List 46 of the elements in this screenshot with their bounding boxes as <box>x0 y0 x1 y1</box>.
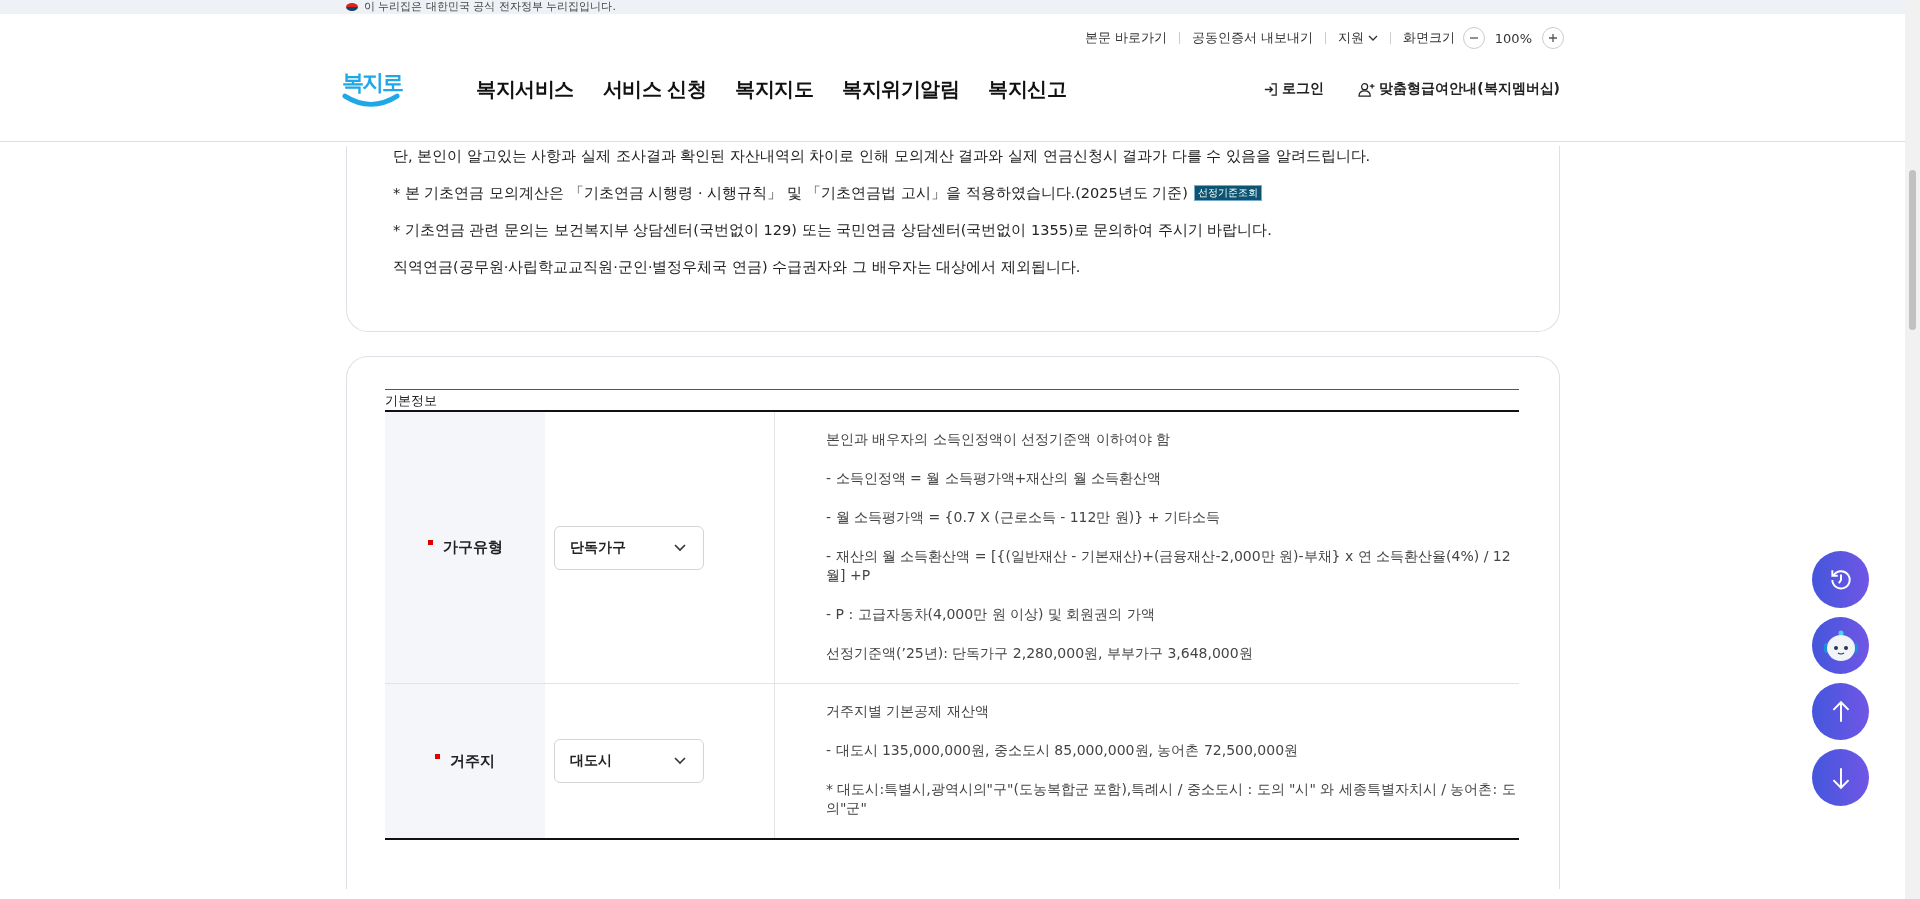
membership-link[interactable]: 맞춤형급여안내(복지멤버십) <box>1358 80 1560 98</box>
login-icon <box>1263 81 1279 97</box>
zoom-label: 화면크기 <box>1402 29 1455 47</box>
zoom-out-button[interactable] <box>1462 27 1485 49</box>
chevron-icon <box>674 757 686 765</box>
info-text: 본인과 배우자의 소득인정액이 선정기준액 이하여야 함 <box>826 430 1172 449</box>
info-text: 선정기준액(’25년): 단독가구 2,280,000원, 부부가구 3,648,000원 <box>826 644 1254 663</box>
chevron-icon <box>674 543 686 552</box>
nav-item[interactable]: 서비스 신청 <box>602 75 707 103</box>
user-add-icon <box>1358 81 1376 97</box>
info-text: - 대도시 135,000,000원, 중소도시 85,000,000원, 농어촌 72,500,000원 <box>826 741 1300 760</box>
notice-text: * 기초연금 관련 문의는 보건복지부 상담센터(국번없이 129) 또는 국민연금 상담센터(국번없이 1355)로 문의하여 주시기 바랍니다. <box>393 221 1272 240</box>
login-link[interactable]: 로그인 <box>1263 80 1325 98</box>
notice-text: 단, 본인이 알고있는 사항과 실제 조사결과 확인된 자산내역의 차이로 인해 모의계산 결과와 실제 연금신청시 결과가 다를 수 있음을 알려드립니다. <box>393 147 1371 166</box>
utility-link[interactable]: 공동인증서 내보내기 <box>1191 29 1313 47</box>
select-field[interactable]: 대도시 <box>554 739 704 783</box>
utility-link[interactable]: 본문 바로가기 <box>1084 29 1167 47</box>
info-text: - P : 고급자동차(4,000만 원 이상) 및 회원권의 가액 <box>826 605 1156 624</box>
plus-icon <box>1548 33 1558 43</box>
info-text: - 월 소득평가액 = {0.7 X (근로소득 - 112만 원)} + 기타소득 <box>826 508 1221 527</box>
scrollbar[interactable] <box>1905 0 1920 899</box>
zoom-value: 100% <box>1494 30 1532 46</box>
table-caption: 기본정보 <box>385 389 1519 412</box>
flag-icon <box>346 3 358 11</box>
nav-item[interactable]: 복지지도 <box>735 75 814 103</box>
select-field[interactable]: 단독가구 <box>554 525 704 570</box>
nav-item[interactable]: 복지신고 <box>988 75 1067 103</box>
notice-text: * 본 기초연금 모의계산은 「기초연금 시행령 · 시행규칙」 및 「기초연금법 고시」을 적용하였습니다.(2025년도 기준) <box>393 184 1188 203</box>
zoom-in-button[interactable] <box>1542 27 1564 49</box>
support-dropdown[interactable]: 지원 <box>1337 29 1378 47</box>
criteria-link[interactable]: 선정기준조회 <box>1194 185 1262 201</box>
info-text: * 대도시:특별시,광역시의"구"(도농복합군 포함),특례시 / 중소도시 : 도의 "시" 와 세종특별자치시 / 농어촌: 도의"군" <box>826 780 1517 818</box>
info-text: - 재산의 월 소득환산액 = [{(일반재산 - 기본재산)+(금융재산-2,000만 원)-부채} x 연 소득환산율(4%) / 12월] +P <box>826 547 1512 585</box>
nav-item[interactable]: 복지서비스 <box>476 75 574 103</box>
field-label: 가구유형 <box>442 538 503 557</box>
scroll-top-button[interactable] <box>1812 683 1869 740</box>
field-label: 거주지 <box>450 751 495 771</box>
notice-text: 직역연금(공무원·사립학교교직원·군인·별정우체국 연금) 수급권자와 그 배우자는 대상에서 제외됩니다. <box>393 258 1081 277</box>
chevron-icon <box>1367 35 1378 41</box>
nav-item[interactable]: 복지위기알림 <box>842 75 960 103</box>
info-text: - 소득인정액 = 월 소득평가액+재산의 월 소득환산액 <box>826 469 1163 488</box>
scroll-bottom-button[interactable] <box>1812 749 1869 806</box>
banner-text: 이 누리집은 대한민국 공식 전자정부 누리집입니다. <box>364 1 616 13</box>
history-button[interactable] <box>1812 551 1869 608</box>
info-text: 거주지별 기본공제 재산액 <box>826 702 990 721</box>
chatbot-button[interactable] <box>1812 617 1869 674</box>
